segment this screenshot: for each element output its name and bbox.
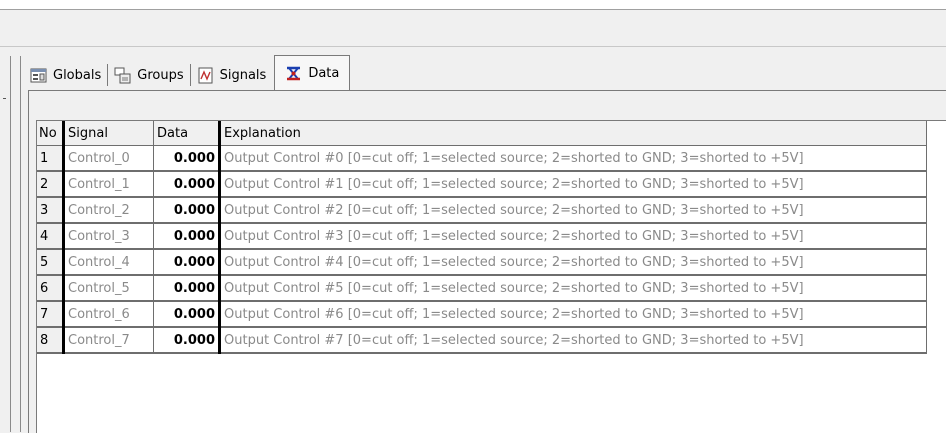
signal-name-cell: Control_7 <box>62 327 154 354</box>
table-row[interactable]: 8 Control_7 0.000 Output Control #7 [0=cut … <box>37 327 927 354</box>
table-row[interactable]: 7 Control_6 0.000 Output Control #6 [0=cut … <box>37 301 927 328</box>
table-row[interactable]: 3 Control_2 0.000 Output Control #2 [0=cut … <box>37 197 927 224</box>
row-number: 6 <box>37 275 64 302</box>
signal-name-cell: Control_1 <box>62 171 154 198</box>
data-value-cell[interactable]: 0.000 <box>153 249 221 276</box>
explanation-cell: Output Control #6 [0=cut off; 1=selected… <box>219 301 927 328</box>
row-number: 4 <box>37 223 64 250</box>
explanation-cell: Output Control #7 [0=cut off; 1=selected… <box>219 327 927 354</box>
explanation-cell: Output Control #4 [0=cut off; 1=selected… <box>219 249 927 276</box>
signals-icon <box>198 67 213 83</box>
signal-name-cell: Control_6 <box>62 301 154 328</box>
data-table: No Signal Data Explanation 1 Control_0 0.0… <box>37 121 927 354</box>
tab-globals-label: Globals <box>53 67 102 83</box>
explanation-cell: Output Control #0 [0=cut off; 1=selected… <box>219 145 927 172</box>
splitter-line-inner <box>20 56 21 432</box>
explanation-cell: Output Control #2 [0=cut off; 1=selected… <box>219 197 927 224</box>
splitter-line[interactable] <box>10 56 11 432</box>
row-number: 8 <box>37 327 64 354</box>
signal-name-cell: Control_0 <box>62 145 154 172</box>
data-icon <box>287 66 301 80</box>
splitter-mark <box>3 98 6 99</box>
signal-name-cell: Control_2 <box>62 197 154 224</box>
row-number: 3 <box>37 197 64 224</box>
data-value-cell[interactable]: 0.000 <box>153 145 221 172</box>
signal-name-cell: Control_4 <box>62 249 154 276</box>
data-value-cell[interactable]: 0.000 <box>153 275 221 302</box>
explanation-cell: Output Control #3 [0=cut off; 1=selected… <box>219 223 927 250</box>
tab-groups[interactable]: Groups <box>108 64 191 86</box>
col-header-data[interactable]: Data <box>153 121 221 146</box>
tab-signals-label: Signals <box>219 67 267 83</box>
signal-name-cell: Control_3 <box>62 223 154 250</box>
data-value-cell[interactable]: 0.000 <box>153 197 221 224</box>
data-value-cell[interactable]: 0.000 <box>153 223 221 250</box>
table-row[interactable]: 5 Control_4 0.000 Output Control #4 [0=cut … <box>37 249 927 276</box>
tab-groups-label: Groups <box>137 67 184 83</box>
col-header-signal[interactable]: Signal <box>62 121 154 146</box>
data-value-cell[interactable]: 0.000 <box>153 301 221 328</box>
data-value-cell[interactable]: 0.000 <box>153 171 221 198</box>
groups-icon <box>114 67 131 83</box>
tab-data[interactable]: Data <box>274 55 351 90</box>
row-number: 7 <box>37 301 64 328</box>
tab-strip: Globals Groups Signals Data <box>24 55 351 90</box>
row-number: 2 <box>37 171 64 198</box>
title-bar <box>0 0 946 10</box>
row-number: 5 <box>37 249 64 276</box>
table-row[interactable]: 1 Control_0 0.000 Output Control #0 [0=cut … <box>37 145 927 172</box>
tab-globals[interactable]: Globals <box>24 64 109 86</box>
toolbar-area <box>0 10 946 47</box>
col-header-explanation[interactable]: Explanation <box>219 121 927 146</box>
table-row[interactable]: 2 Control_1 0.000 Output Control #1 [0=cut … <box>37 171 927 198</box>
row-number: 1 <box>37 145 64 172</box>
data-value-cell[interactable]: 0.000 <box>153 327 221 354</box>
data-grid[interactable]: No Signal Data Explanation 1 Control_0 0.0… <box>36 120 946 433</box>
explanation-cell: Output Control #1 [0=cut off; 1=selected… <box>219 171 927 198</box>
table-row[interactable]: 4 Control_3 0.000 Output Control #3 [0=cut … <box>37 223 927 250</box>
globals-icon <box>30 68 47 82</box>
tab-data-label: Data <box>308 65 340 81</box>
explanation-cell: Output Control #5 [0=cut off; 1=selected… <box>219 275 927 302</box>
signal-name-cell: Control_5 <box>62 275 154 302</box>
table-row[interactable]: 6 Control_5 0.000 Output Control #5 [0=cut … <box>37 275 927 302</box>
tab-signals[interactable]: Signals <box>191 60 273 90</box>
header-row: No Signal Data Explanation <box>37 121 927 146</box>
col-header-no[interactable]: No <box>37 121 64 146</box>
